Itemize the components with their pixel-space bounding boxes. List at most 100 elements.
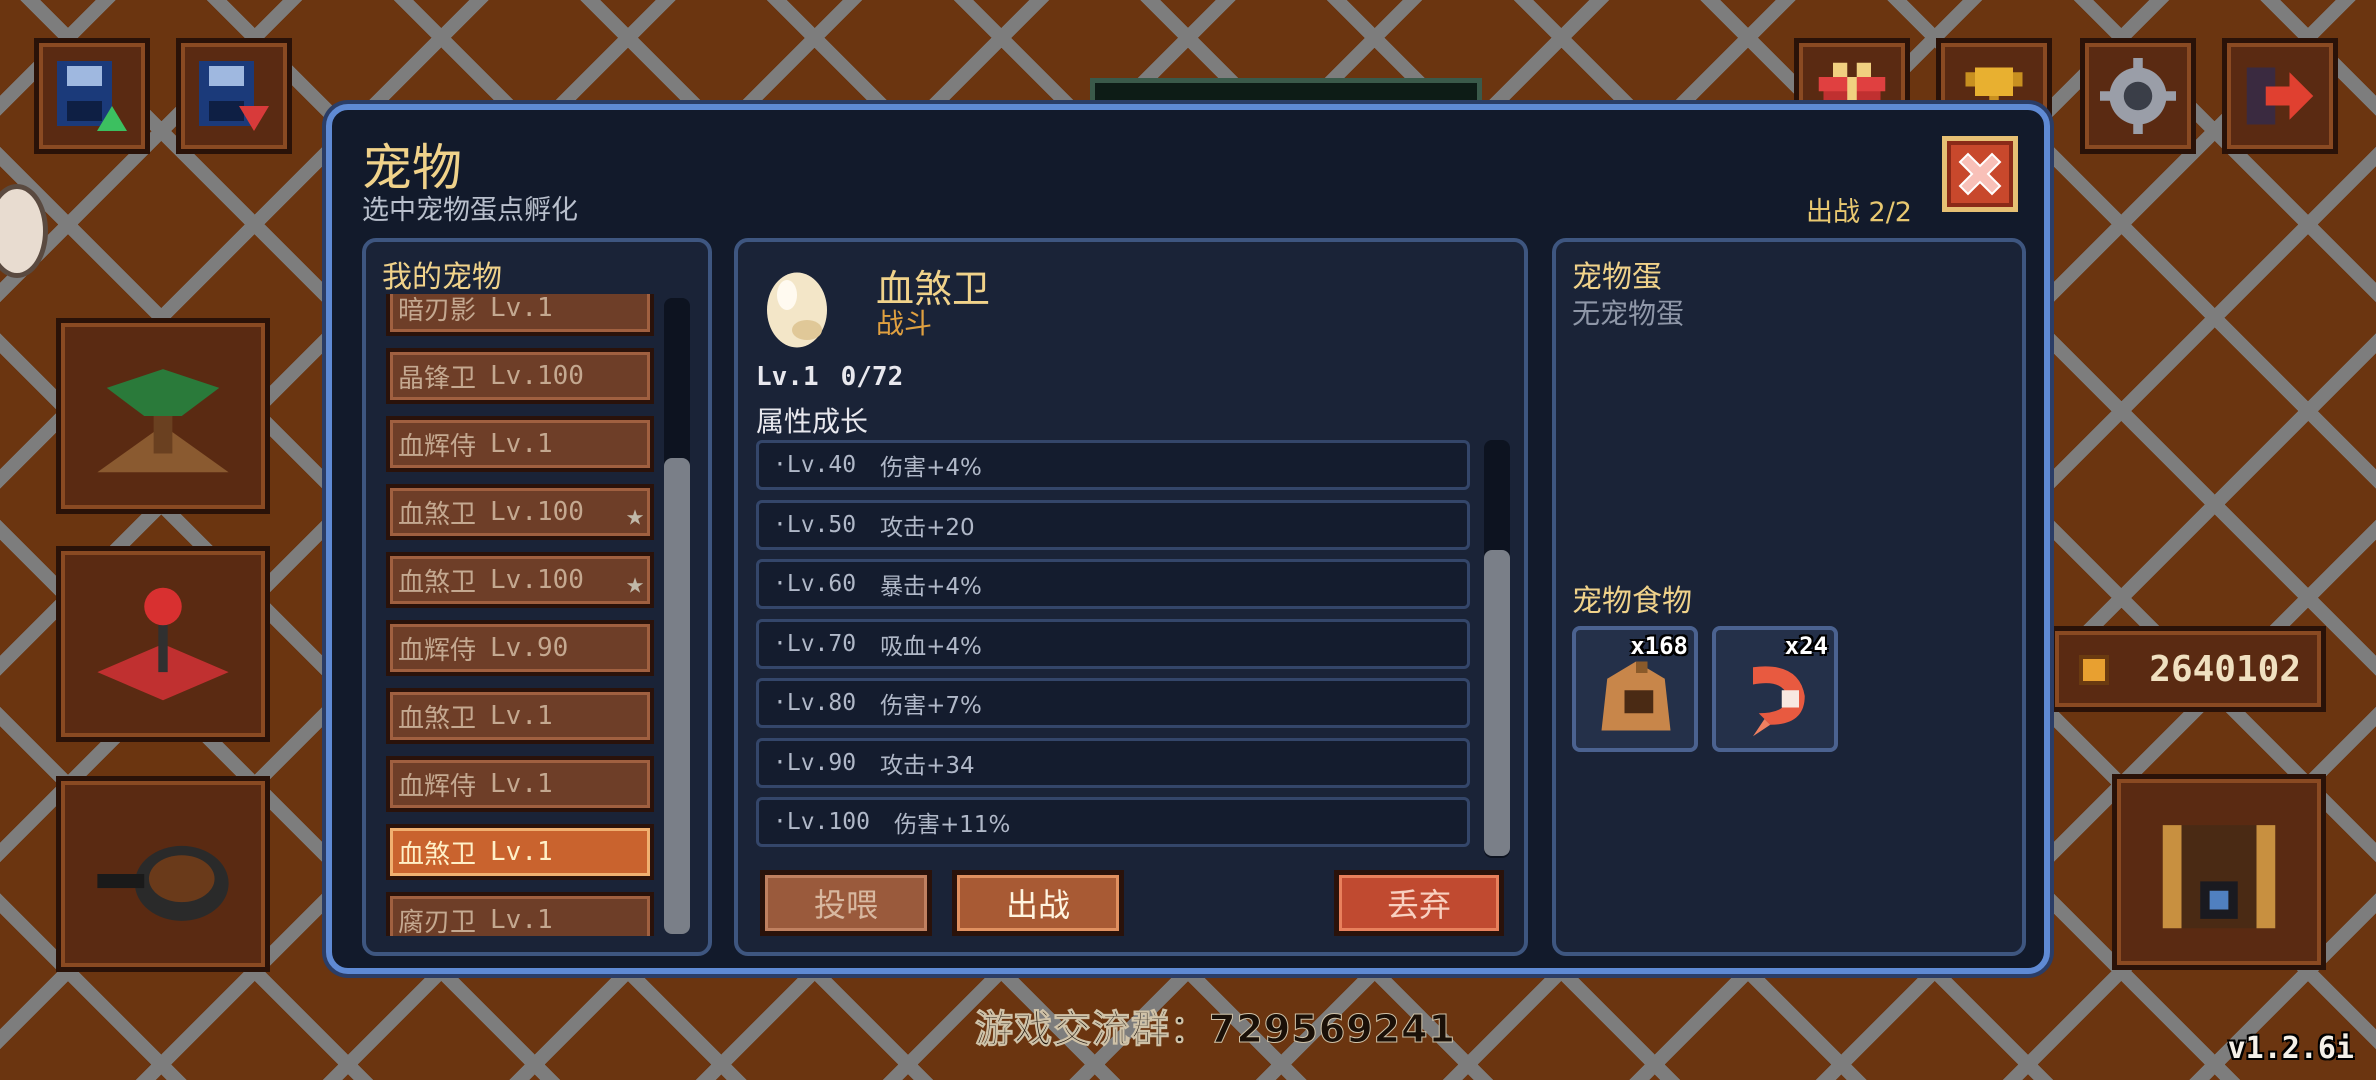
growth-level: Lv.50 xyxy=(786,511,857,538)
pet-list-item-level: Lv.1 xyxy=(490,905,553,935)
growth-scroll-thumb[interactable] xyxy=(1484,550,1510,856)
save-download-icon xyxy=(199,61,269,131)
pet-list-item[interactable]: 血煞卫 Lv.100 ★ xyxy=(386,484,654,540)
deploy-button[interactable]: 出战 xyxy=(952,870,1124,936)
exit-arrow-icon xyxy=(2246,67,2314,125)
pet-level-row: Lv.1 0/72 xyxy=(756,362,903,392)
pet-list-item-name: 血煞卫 xyxy=(398,703,477,734)
shrimp-icon xyxy=(1753,666,1805,737)
pet-detail-panel: 血煞卫 战斗 Lv.1 0/72 属性成长 · Lv.40 伤害+4% · Lv.50… xyxy=(734,238,1528,956)
food-slot-bag[interactable]: x168 xyxy=(1572,626,1698,752)
pet-modal: 宠物 选中宠物蛋点孵化 出战 2/2 我的宠物 暗刃影 Lv.1 晶锋卫 Lv.100… xyxy=(326,104,2050,974)
growth-row: · Lv.40 伤害+4% xyxy=(756,440,1470,490)
my-pets-title: 我的宠物 xyxy=(382,260,502,295)
growth-bonus: 伤害+11% xyxy=(893,812,1011,838)
island-button[interactable] xyxy=(56,318,270,514)
pet-list-scrollbar[interactable] xyxy=(664,298,690,934)
growth-bonus: 吸血+4% xyxy=(880,633,982,660)
pet-list-item[interactable]: 血辉侍 Lv.90 xyxy=(386,620,654,676)
pet-list[interactable]: 暗刃影 Lv.1 晶锋卫 Lv.100 血辉侍 Lv.1 血煞卫 Lv.100 ★ 血煞卫 Lv.1… xyxy=(366,294,706,936)
pet-list-item[interactable]: 血辉侍 Lv.1 xyxy=(386,756,654,812)
pet-list-item-name: 血煞卫 xyxy=(398,839,477,870)
save-upload-button[interactable] xyxy=(34,38,150,154)
save-download-button[interactable] xyxy=(176,38,292,154)
my-pets-panel: 我的宠物 暗刃影 Lv.1 晶锋卫 Lv.100 血辉侍 Lv.1 血煞卫 Lv.100 ★ 血煞… xyxy=(362,238,712,956)
growth-title: 属性成长 xyxy=(756,405,869,438)
deploy-status: 出战 2/2 xyxy=(1805,197,1912,228)
growth-bonus: 攻击+34 xyxy=(880,752,975,779)
food-count-shrimp: x24 xyxy=(1784,632,1828,660)
pet-list-item-name: 血辉侍 xyxy=(398,771,477,802)
pet-list-item[interactable]: 暗刃影 Lv.1 xyxy=(386,294,654,336)
pet-list-item-name: 血煞卫 xyxy=(398,567,477,598)
discard-button[interactable]: 丢弃 xyxy=(1334,870,1504,936)
growth-bonus: 伤害+4% xyxy=(880,455,982,481)
settings-gear-icon xyxy=(2100,58,2176,134)
pet-list-item-level: Lv.1 xyxy=(490,429,553,459)
favorite-star-icon[interactable]: ★ xyxy=(626,498,644,533)
favorite-star-icon[interactable]: ★ xyxy=(626,566,644,601)
egg-empty-text: 无宠物蛋 xyxy=(1572,297,1685,330)
growth-level: Lv.40 xyxy=(786,452,857,478)
exit-button[interactable] xyxy=(2222,38,2338,154)
growth-scrollbar[interactable] xyxy=(1484,440,1510,858)
bullet-icon: · xyxy=(773,809,787,835)
growth-level: Lv.70 xyxy=(786,630,857,657)
pet-list-item-level: Lv.100 xyxy=(490,361,584,391)
pet-list-item[interactable]: 血煞卫 Lv.1 xyxy=(386,688,654,744)
pet-list-item[interactable]: 血辉侍 Lv.1 xyxy=(386,416,654,472)
npc-face-icon[interactable] xyxy=(0,184,48,278)
egg-title: 宠物蛋 xyxy=(1572,260,1662,295)
settings-button[interactable] xyxy=(2080,38,2196,154)
pet-list-item-level: Lv.90 xyxy=(490,633,569,663)
growth-level: Lv.80 xyxy=(786,690,857,716)
joystick-icon xyxy=(97,587,229,701)
cooking-button[interactable] xyxy=(56,776,270,972)
pet-list-item-name: 晶锋卫 xyxy=(398,363,477,394)
modal-subtitle: 选中宠物蛋点孵化 xyxy=(362,195,578,226)
pet-list-item[interactable]: 腐刃卫 Lv.1 xyxy=(386,892,654,936)
pet-list-item[interactable]: 晶锋卫 Lv.100 xyxy=(386,348,654,404)
egg-panel: 宠物蛋 无宠物蛋 宠物食物 x168 x24 xyxy=(1552,238,2026,956)
growth-row: · Lv.100 伤害+11% xyxy=(756,797,1470,847)
growth-level: Lv.60 xyxy=(786,571,857,597)
pet-list-item-level: Lv.1 xyxy=(490,837,553,867)
pet-list-item-level: Lv.100 xyxy=(490,497,584,527)
food-bag-icon xyxy=(1601,661,1671,731)
growth-level: Lv.90 xyxy=(786,749,857,776)
arcade-button[interactable] xyxy=(56,546,270,742)
group-info-text: 游戏交流群：729569241 xyxy=(975,1007,1456,1052)
bullet-icon: · xyxy=(773,571,787,597)
pet-egg-icon xyxy=(767,272,827,348)
food-title: 宠物食物 xyxy=(1572,584,1692,619)
bullet-icon: · xyxy=(773,511,787,538)
food-slot-shrimp[interactable]: x24 xyxy=(1712,626,1838,752)
growth-list[interactable]: · Lv.40 伤害+4% · Lv.50 攻击+20 · Lv.60 暴击+4% · Lv… xyxy=(738,438,1498,856)
bullet-icon: · xyxy=(773,452,787,478)
close-button[interactable] xyxy=(1942,136,2018,212)
pet-list-item-name: 血辉侍 xyxy=(398,431,477,462)
pet-level: Lv.1 xyxy=(756,362,819,392)
growth-row: · Lv.50 攻击+20 xyxy=(756,499,1470,550)
growth-bonus: 伤害+7% xyxy=(880,693,982,719)
pet-list-item-level: Lv.1 xyxy=(490,294,553,323)
pet-list-item-name: 血煞卫 xyxy=(398,499,477,530)
palm-island-icon xyxy=(97,369,229,473)
pet-list-item[interactable]: 血煞卫 Lv.1 xyxy=(386,824,654,880)
feed-button[interactable]: 投喂 xyxy=(760,870,932,936)
close-icon xyxy=(1958,152,2002,196)
pet-list-item-name: 暗刃影 xyxy=(398,295,477,326)
growth-row: · Lv.60 暴击+4% xyxy=(756,559,1470,609)
pet-type: 战斗 xyxy=(876,307,933,340)
chest-button[interactable] xyxy=(2112,774,2326,970)
pet-list-item-level: Lv.1 xyxy=(490,769,553,799)
growth-row: · Lv.90 攻击+34 xyxy=(756,737,1470,788)
pet-list-scroll-thumb[interactable] xyxy=(664,458,690,934)
pet-list-item[interactable]: 血煞卫 Lv.100 ★ xyxy=(386,552,654,608)
pet-exp: 0/72 xyxy=(840,362,904,392)
bullet-icon: · xyxy=(773,630,787,657)
pet-list-item-level: Lv.1 xyxy=(490,701,553,731)
gold-counter: 2640102 xyxy=(2050,626,2326,712)
growth-bonus: 暴击+4% xyxy=(880,574,982,600)
save-upload-icon xyxy=(57,61,127,131)
